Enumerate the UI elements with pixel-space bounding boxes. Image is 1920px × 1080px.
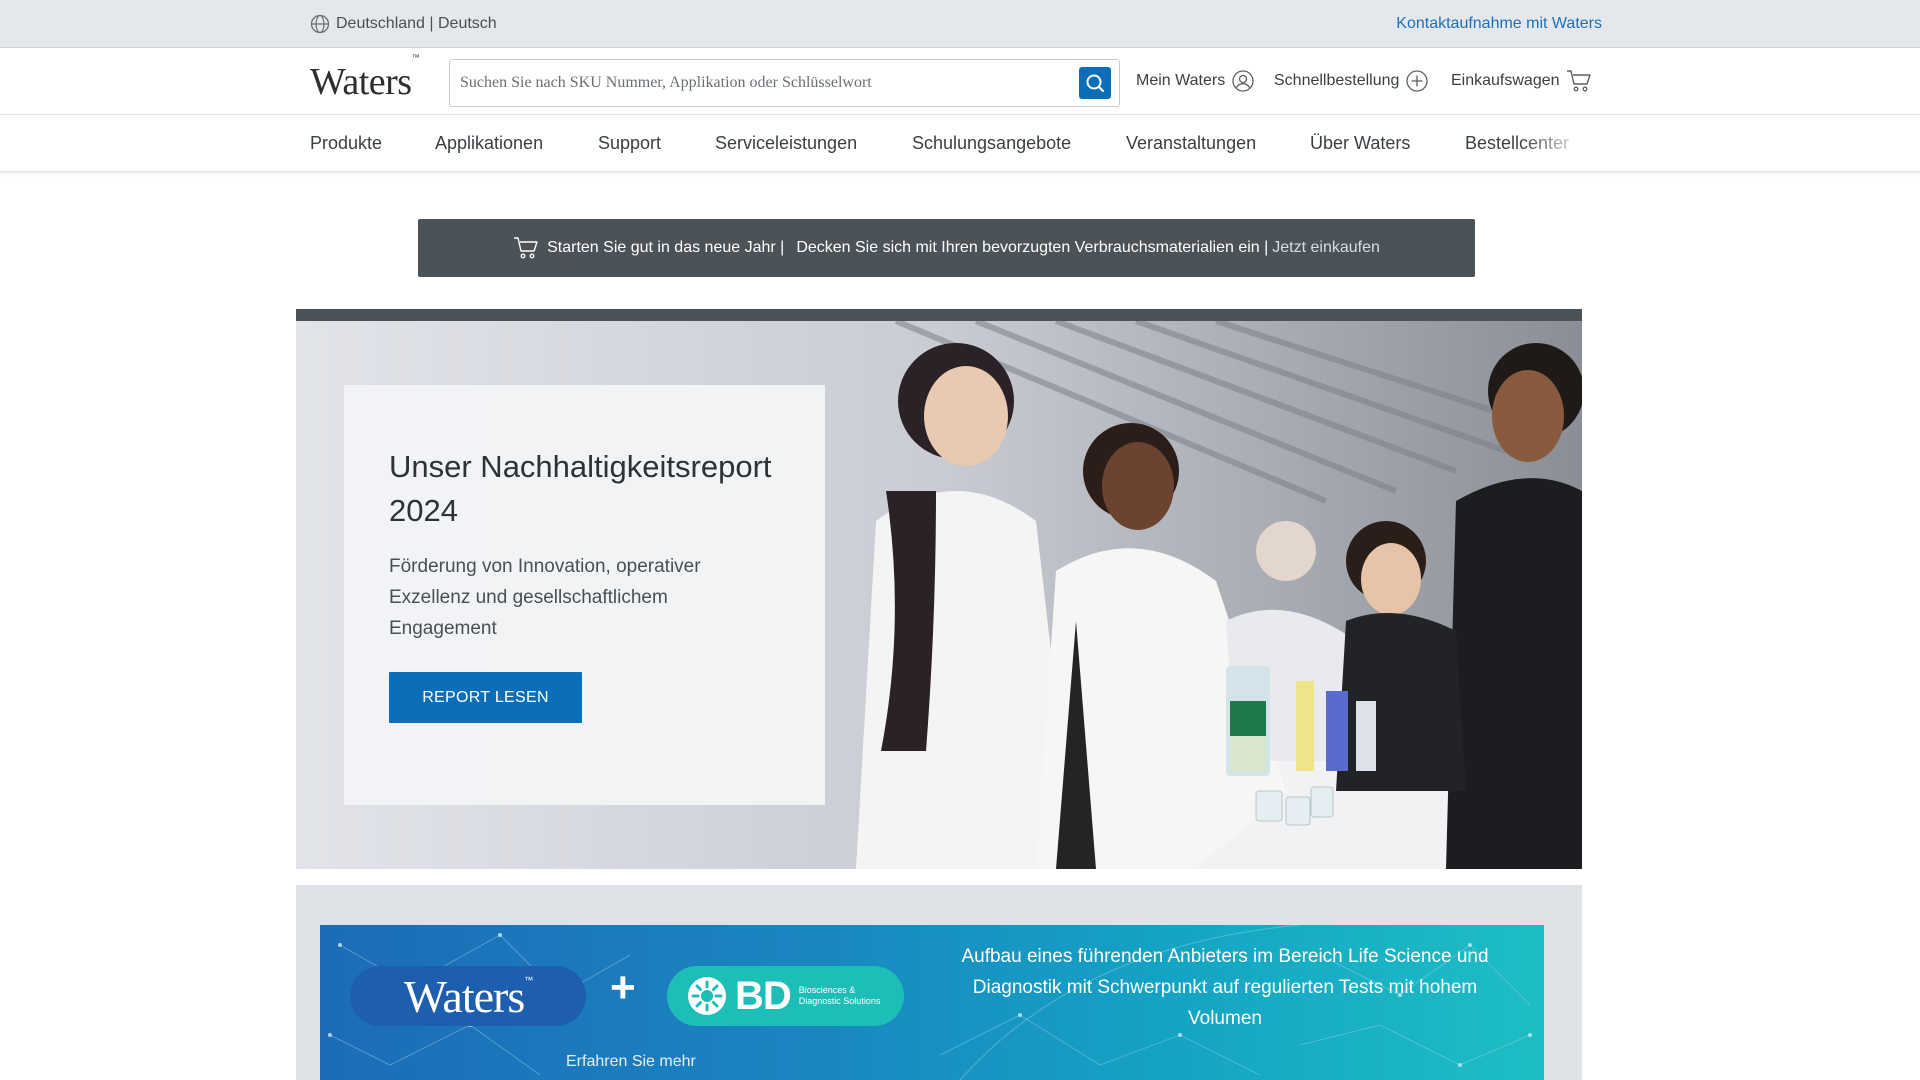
cart-label: Einkaufswagen: [1451, 72, 1560, 89]
my-waters-link[interactable]: Mein Waters: [1136, 68, 1255, 94]
plus-circle-icon: [1406, 70, 1429, 92]
nav-item-applikationen[interactable]: Applikationen: [435, 133, 543, 154]
merger-section: Waters ™ + BD Biosciences & Diagnostic So…: [296, 885, 1582, 1080]
quick-order-label: Schnellbestellung: [1274, 72, 1400, 89]
contact-link[interactable]: Kontaktaufnahme mit Waters: [1396, 15, 1602, 33]
cart-icon: [514, 237, 538, 259]
bd-tagline: Biosciences & Diagnostic Solutions: [798, 985, 881, 1006]
waters-merger-logo-text: Waters: [403, 970, 526, 1022]
search-box: [449, 59, 1120, 107]
nav-item-produkte[interactable]: Produkte: [310, 133, 382, 154]
bd-logo: BD Biosciences & Diagnostic Solutions: [667, 966, 904, 1026]
bd-logo-text: BD: [735, 973, 792, 1018]
promo-text-2: Decken Sie sich mit Ihren bevorzugten Ve…: [796, 239, 1269, 256]
bd-sun-icon: [688, 977, 726, 1015]
waters-logo[interactable]: Waters™: [310, 53, 420, 104]
utility-bar: Deutschland | Deutsch Kontaktaufnahme mi…: [0, 0, 1920, 48]
locale-selector[interactable]: Deutschland | Deutsch: [310, 12, 497, 36]
my-waters-label: Mein Waters: [1136, 72, 1226, 89]
nav-item-serviceleistungen[interactable]: Serviceleistungen: [715, 133, 857, 154]
globe-icon: [310, 14, 330, 34]
nav-item-ueber-waters[interactable]: Über Waters: [1310, 133, 1410, 154]
cart-link[interactable]: Einkaufswagen: [1451, 68, 1592, 94]
nav-item-support[interactable]: Support: [598, 133, 661, 154]
nav-item-schulungsangebote[interactable]: Schulungsangebote: [912, 133, 1071, 154]
promo-shop-link[interactable]: Jetzt einkaufen: [1272, 239, 1380, 257]
nav-item-veranstaltungen[interactable]: Veranstaltungen: [1126, 133, 1256, 154]
user-icon: [1232, 70, 1254, 92]
learn-more-link[interactable]: Erfahren Sie mehr: [566, 1053, 696, 1071]
promo-banner: Starten Sie gut in das neue Jahr | Decke…: [418, 219, 1475, 277]
search-button[interactable]: [1079, 67, 1111, 99]
search-input[interactable]: [460, 60, 1060, 106]
logo-text: Waters: [310, 61, 412, 103]
waters-merger-logo: Waters ™: [350, 966, 586, 1026]
hero-top-bar: [296, 309, 1582, 321]
hero-card: Unser Nachhaltigkeitsreport 2024 Förderu…: [344, 385, 825, 805]
hero-subtitle: Förderung von Innovation, operativer Exz…: [389, 556, 701, 639]
cart-icon: [1566, 70, 1591, 92]
waters-merger-logo-tm: ™: [524, 975, 533, 985]
quick-order-link[interactable]: Schnellbestellung: [1274, 68, 1429, 94]
search-icon: [1086, 74, 1105, 93]
merger-banner[interactable]: Waters ™ + BD Biosciences & Diagnostic So…: [320, 925, 1544, 1080]
plus-sign: +: [610, 963, 636, 1012]
locale-label: Deutschland | Deutsch: [336, 15, 497, 32]
site-header: Waters™ Mein Waters Schnellbestellung Ei…: [0, 48, 1920, 115]
hero-title: Unser Nachhaltigkeitsreport 2024: [389, 449, 772, 528]
logo-tm: ™: [411, 53, 420, 63]
hero-section: Unser Nachhaltigkeitsreport 2024 Förderu…: [296, 321, 1582, 869]
merger-description: Aufbau eines führenden Anbieters im Bere…: [961, 946, 1489, 1029]
main-nav: Produkte Applikationen Support Servicele…: [0, 115, 1920, 172]
promo-text-1: Starten Sie gut in das neue Jahr |: [547, 239, 785, 256]
nav-item-bestellcenter[interactable]: Bestellcenter: [1465, 133, 1569, 154]
read-report-button[interactable]: REPORT LESEN: [389, 672, 582, 723]
